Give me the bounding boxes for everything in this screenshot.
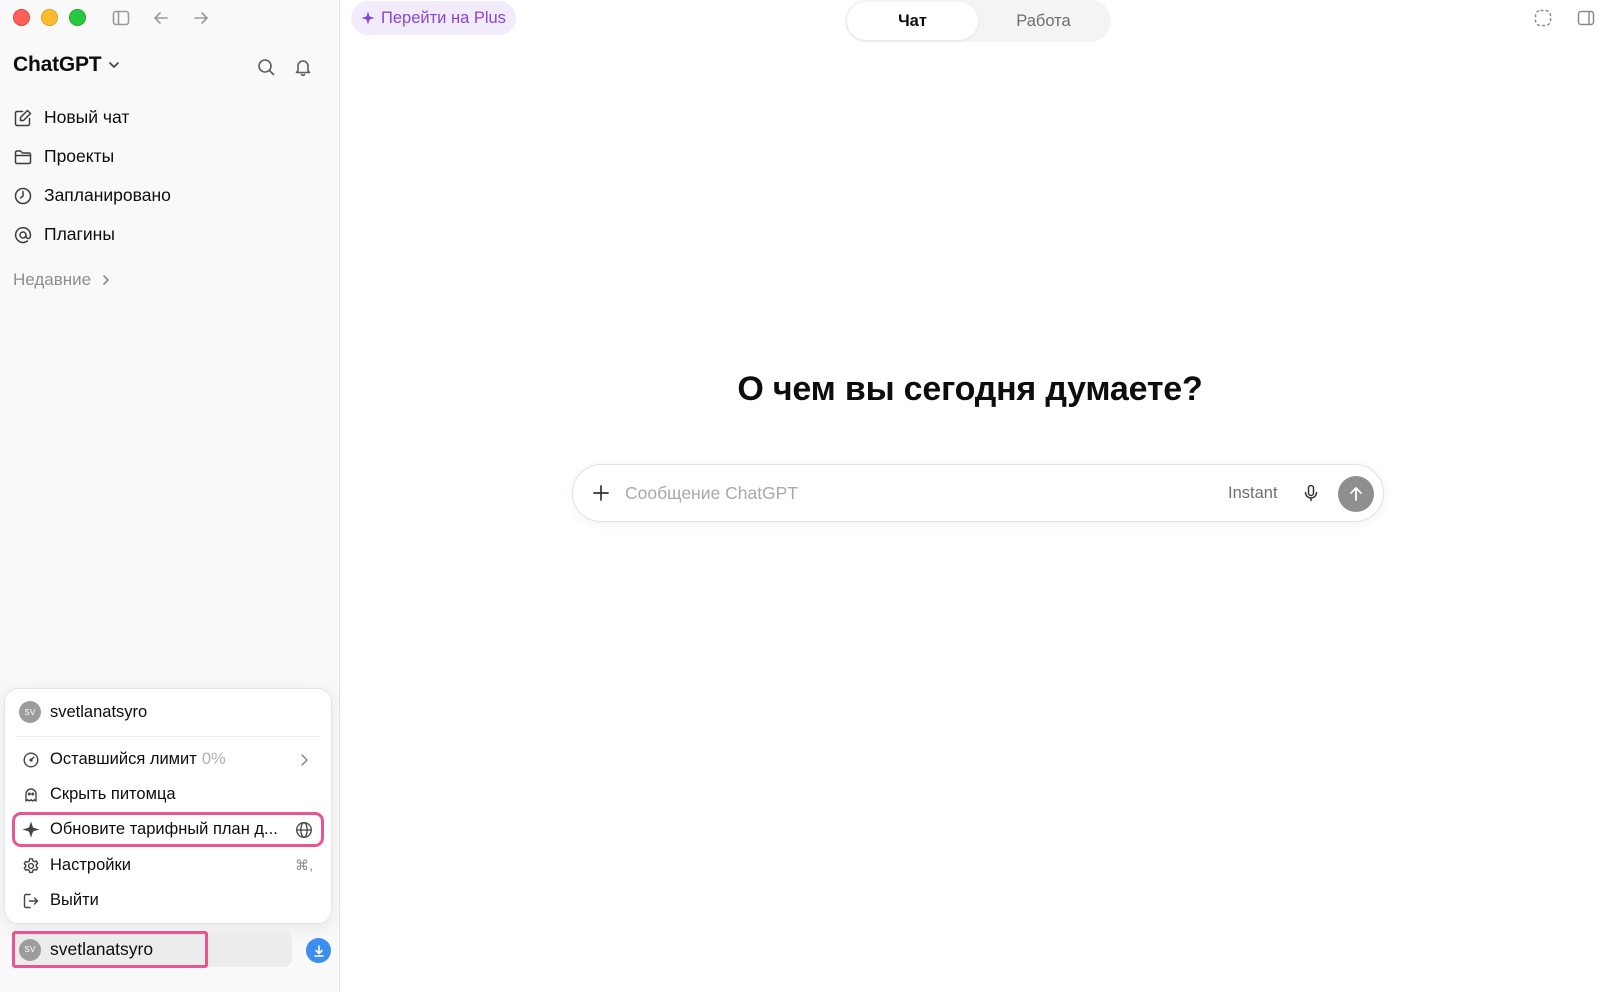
menu-item-hide-pet[interactable]: Скрыть питомца xyxy=(13,778,323,811)
at-sign-icon xyxy=(14,226,32,243)
message-input[interactable] xyxy=(625,480,1185,506)
sidebar-panel-icon[interactable] xyxy=(1576,8,1596,28)
sidebar-item-scheduled[interactable]: Запланировано xyxy=(12,176,328,215)
model-switcher[interactable]: ChatGPT xyxy=(13,53,121,77)
menu-item-remaining-limit[interactable]: Оставшийся лимит 0% xyxy=(13,743,323,776)
account-menu: SV svetlanatsyro Оставшийся лимит 0% Скры… xyxy=(4,688,332,924)
logout-icon xyxy=(22,892,40,910)
tab-chat[interactable]: Чат xyxy=(847,2,978,40)
mode-tabs: Чат Работа xyxy=(845,0,1111,42)
sidebar-item-label: Новый чат xyxy=(44,107,130,127)
brand-title: ChatGPT xyxy=(13,53,102,76)
sidebar-nav: Новый чат Проекты Запланировано Плагины xyxy=(12,98,328,254)
arrow-up-icon xyxy=(1350,487,1362,501)
chevron-right-icon xyxy=(103,275,109,285)
upgrade-label: Перейти на Plus xyxy=(381,8,506,27)
avatar: SV xyxy=(19,938,41,961)
account-username: svetlanatsyro xyxy=(50,702,148,721)
settings-shortcut: ⌘, xyxy=(295,857,313,873)
menu-item-label: Выйти xyxy=(50,891,99,909)
page-title: О чем вы сегодня думаете? xyxy=(737,370,1203,408)
pet-icon xyxy=(22,786,40,804)
bell-icon[interactable] xyxy=(292,56,314,78)
recent-label: Недавние xyxy=(13,270,92,289)
minimize-window-button[interactable] xyxy=(41,9,58,26)
message-composer: Instant xyxy=(572,464,1384,522)
chevron-right-icon xyxy=(295,751,313,769)
sidebar-item-label: Плагины xyxy=(44,224,115,244)
sidebar: ChatGPT Новый чат Проекты Запланировано xyxy=(0,0,340,992)
send-button[interactable] xyxy=(1338,476,1374,512)
menu-item-label: Настройки xyxy=(50,856,131,874)
recent-section-toggle[interactable]: Недавние xyxy=(13,270,113,290)
menu-item-label: Оставшийся лимит xyxy=(50,750,197,768)
temporary-chat-icon[interactable] xyxy=(1533,8,1553,28)
download-icon[interactable] xyxy=(306,938,331,963)
microphone-icon[interactable] xyxy=(1301,483,1321,503)
sidebar-item-plugins[interactable]: Плагины xyxy=(12,215,328,254)
forward-arrow-icon[interactable] xyxy=(191,8,211,28)
limit-value: 0% xyxy=(201,750,226,768)
menu-item-settings[interactable]: Настройки ⌘, xyxy=(13,849,323,882)
model-mode-selector[interactable]: Instant xyxy=(1228,484,1278,503)
menu-item-upgrade-plan[interactable]: Обновите тарифный план д... xyxy=(12,812,324,847)
window-controls xyxy=(13,9,86,26)
chevron-down-icon xyxy=(109,62,120,68)
zoom-window-button[interactable] xyxy=(69,9,86,26)
plus-icon[interactable] xyxy=(590,482,612,504)
sidebar-item-label: Запланировано xyxy=(44,185,171,205)
sparkle-icon xyxy=(22,820,40,839)
footer-account-button[interactable]: SV svetlanatsyro xyxy=(12,931,208,968)
sidebar-item-label: Проекты xyxy=(44,146,115,166)
sidebar-toggle-icon[interactable] xyxy=(111,8,131,28)
search-icon[interactable] xyxy=(255,56,277,78)
gear-icon xyxy=(22,857,40,875)
menu-divider xyxy=(17,736,319,737)
chatgpt-app: ChatGPT Новый чат Проекты Запланировано xyxy=(0,0,1600,992)
sidebar-item-new-chat[interactable]: Новый чат xyxy=(12,98,328,137)
sparkle-icon xyxy=(361,11,375,25)
menu-item-label: Скрыть питомца xyxy=(50,785,176,803)
avatar: SV xyxy=(19,701,41,723)
upgrade-to-plus-button[interactable]: Перейти на Plus xyxy=(351,1,516,35)
edit-icon xyxy=(14,109,32,126)
tab-work[interactable]: Работа xyxy=(978,2,1109,40)
gauge-icon xyxy=(22,751,40,769)
back-arrow-icon[interactable] xyxy=(151,8,171,28)
sidebar-item-projects[interactable]: Проекты xyxy=(12,137,328,176)
folder-icon xyxy=(14,149,32,164)
footer-username: svetlanatsyro xyxy=(50,939,154,959)
account-menu-user[interactable]: SV svetlanatsyro xyxy=(19,701,147,723)
clock-icon xyxy=(14,187,32,204)
menu-item-label: Обновите тарифный план д... xyxy=(50,820,278,838)
menu-item-logout[interactable]: Выйти xyxy=(13,884,323,917)
close-window-button[interactable] xyxy=(13,9,30,26)
globe-icon xyxy=(295,821,313,839)
